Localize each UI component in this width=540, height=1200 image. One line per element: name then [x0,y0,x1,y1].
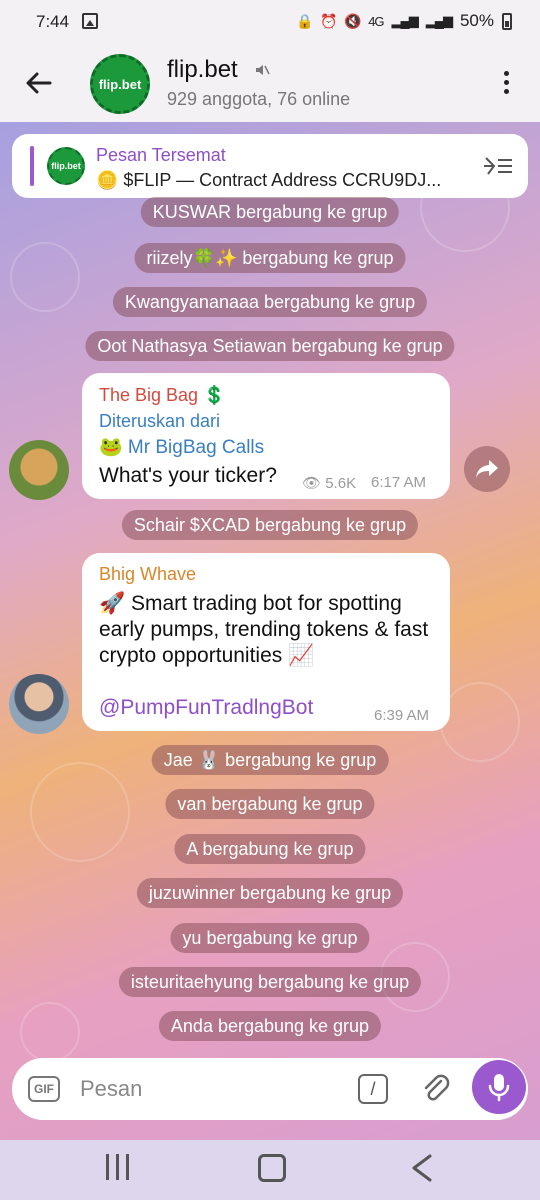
mute-status-icon: 🔇 [344,13,362,29]
message-bubble[interactable]: Bhig Whave 🚀 Smart trading bot for spott… [82,553,450,731]
message-text: What's your ticker? [99,464,277,487]
forwarded-label: Diteruskan dari [99,411,221,431]
status-icons: 🔒 ⏰ 🔇 4G ▂▄▆ ▂▄▆ 50% [296,11,512,31]
share-button[interactable] [464,446,510,492]
pinned-thumb-text: flip.bet [47,147,85,185]
recents-icon[interactable] [106,1154,136,1182]
battery-icon [502,12,512,30]
network-type: 4G [368,13,384,29]
message-sender[interactable]: Bhig Whave [99,564,196,585]
message-time: 6:17 AM [371,474,427,491]
sender-avatar[interactable] [9,674,69,734]
message-input[interactable] [80,1076,340,1102]
battery-percent: 50% [459,11,494,30]
service-message: A bergabung ke grup [174,834,366,864]
sender-avatar[interactable] [9,440,69,500]
signal-icon: ▂▄▆ [391,13,419,28]
nav-back-icon[interactable] [406,1152,438,1184]
group-avatar-text: flip.bet [98,76,142,92]
gif-icon[interactable]: GIF [28,1076,60,1102]
attach-icon[interactable] [419,1072,453,1106]
message-bubble[interactable]: The Big Bag 💲 Diteruskan dari 🐸 Mr BigBa… [82,373,450,499]
gallery-notification-icon [82,13,98,29]
group-title[interactable]: flip.bet [167,56,238,84]
pinned-indicator [30,146,34,186]
pinned-message-bar[interactable]: flip.bet Pesan Tersemat 🪙 $FLIP — Contra… [12,134,528,198]
group-avatar[interactable]: flip.bet [90,54,150,114]
group-member-count: 929 anggota, 76 online [167,89,351,109]
bot-link[interactable]: @PumpFunTradlngBot [99,696,313,720]
muted-icon [256,65,270,75]
alarm-icon: ⏰ [320,13,338,29]
status-bar: 7:44 🔒 ⏰ 🔇 4G ▂▄▆ ▂▄▆ 50% [0,0,540,46]
service-message: Anda bergabung ke grup [158,1011,382,1041]
service-message: yu bergabung ke grup [170,923,370,953]
lock-icon: 🔒 [296,13,314,29]
share-icon [476,460,498,478]
service-message: Schair $XCAD bergabung ke grup [121,510,419,540]
back-arrow-icon[interactable] [22,66,56,100]
message-views: 👁 5.6K [302,475,357,492]
message-sender[interactable]: The Big Bag 💲 [99,385,225,406]
service-message: van bergabung ke grup [165,789,375,819]
message-composer: GIF / [12,1058,528,1120]
system-nav-bar [0,1140,540,1200]
pinned-text: 🪙 $FLIP — Contract Address CCRU9DJ... [96,170,442,190]
forwarded-from[interactable]: 🐸 Mr BigBag Calls [99,435,264,459]
service-message: riizely🍀✨ bergabung ke grup [134,243,406,273]
pinned-list-icon[interactable] [482,154,516,178]
service-message: Kwangyananaaa bergabung ke grup [112,287,428,317]
service-message: isteuritaehyung bergabung ke grup [118,967,422,997]
voice-record-button[interactable] [472,1060,526,1114]
microphone-icon [488,1074,510,1102]
more-options-icon[interactable] [496,68,516,98]
pinned-label: Pesan Tersemat [96,145,226,165]
pinned-thumbnail: flip.bet [44,145,88,187]
message-text: 🚀 Smart trading bot for spotting early p… [99,592,429,667]
service-message: juzuwinner bergabung ke grup [136,878,404,908]
chat-header: flip.bet flip.bet 929 anggota, 76 online [0,46,540,122]
service-message: KUSWAR bergabung ke grup [140,197,400,227]
bot-command-icon[interactable]: / [358,1074,388,1104]
home-icon[interactable] [258,1154,286,1182]
service-message: Oot Nathasya Setiawan bergabung ke grup [85,331,455,361]
signal-icon-2: ▂▄▆ [425,13,453,28]
service-message: Jae 🐰 bergabung ke grup [151,745,389,775]
message-time: 6:39 AM [374,707,430,724]
status-time: 7:44 [36,12,70,31]
